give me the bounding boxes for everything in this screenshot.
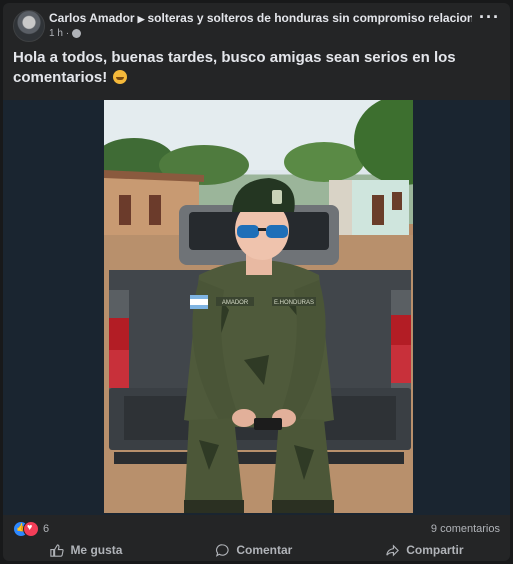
thumbs-up-icon xyxy=(50,543,65,557)
reactions-count[interactable]: 6 xyxy=(43,523,49,535)
triangle-right-icon: ▶ xyxy=(137,14,145,24)
share-icon xyxy=(386,543,400,557)
reactions-summary[interactable] xyxy=(13,521,41,537)
more-options-icon[interactable]: ··· xyxy=(479,7,500,28)
share-button[interactable]: Compartir xyxy=(377,541,471,560)
comment-label: Comentar xyxy=(236,543,293,557)
author-group-line: Carlos Amador ▶ solteras y solteros de hon… xyxy=(49,11,472,25)
post-stats: 6 9 comentarios xyxy=(11,519,502,539)
post-message: Hola a todos, buenas tardes, busco amiga… xyxy=(13,49,456,86)
like-label: Me gusta xyxy=(70,543,123,557)
photo-illustration: AMADOR E.HONDURAS xyxy=(104,100,413,513)
like-button[interactable]: Me gusta xyxy=(41,541,130,560)
author-avatar[interactable] xyxy=(13,10,45,42)
share-label: Compartir xyxy=(406,543,464,557)
post-time[interactable]: 1 h xyxy=(49,28,63,39)
laughing-emoji-icon xyxy=(113,70,128,84)
branch-tape: E.HONDURAS xyxy=(274,300,314,306)
post-header: Carlos Amador ▶ solteras y solteros de hon… xyxy=(11,7,502,45)
meta-separator: · xyxy=(65,28,70,39)
post-meta: 1 h · xyxy=(49,28,82,39)
comment-button[interactable]: Comentar xyxy=(207,541,300,560)
comment-icon xyxy=(216,543,229,557)
globe-icon xyxy=(72,29,82,38)
post-media[interactable]: AMADOR E.HONDURAS xyxy=(3,100,510,515)
post-text: Hola a todos, buenas tardes, busco amiga… xyxy=(13,48,483,88)
author-name[interactable]: Carlos Amador xyxy=(49,11,135,25)
love-reaction-icon xyxy=(23,521,39,537)
comments-count[interactable]: 9 comentarios xyxy=(431,523,500,535)
group-name[interactable]: solteras y solteros de honduras sin comp… xyxy=(148,11,473,25)
name-tape: AMADOR xyxy=(222,300,249,306)
post-actions: Me gusta Comentar Compartir xyxy=(3,539,510,561)
post-photo[interactable]: AMADOR E.HONDURAS xyxy=(104,100,413,513)
post-card: Carlos Amador ▶ solteras y solteros de hon… xyxy=(3,3,510,561)
